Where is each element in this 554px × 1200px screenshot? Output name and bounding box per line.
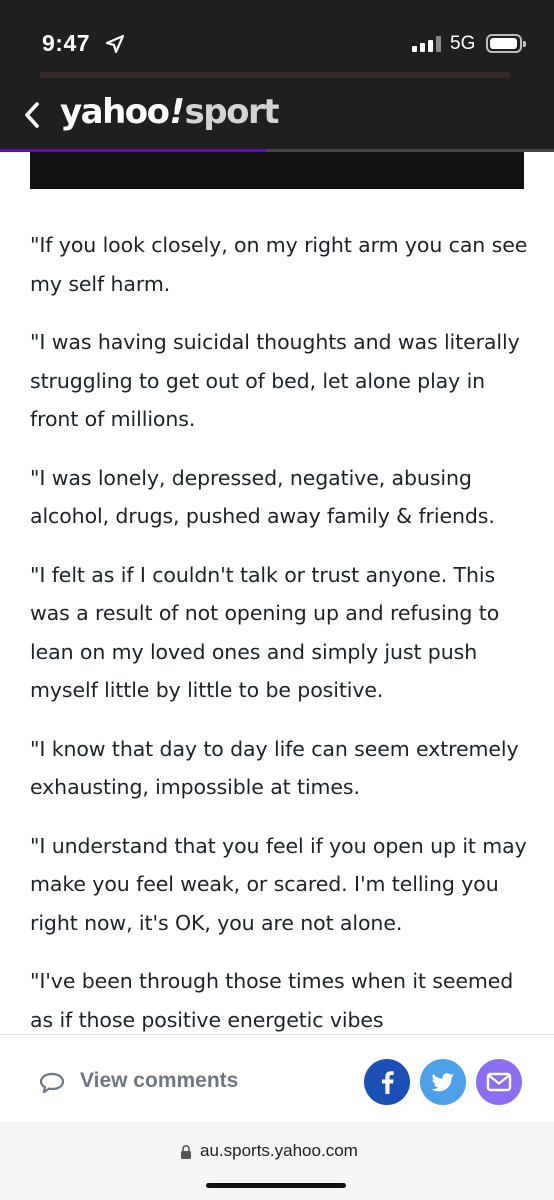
mail-icon [476,1059,522,1105]
article-paragraph: "If you look closely, on my right arm yo… [30,233,528,296]
browser-url-bar[interactable]: au.sports.yahoo.com [0,1122,554,1200]
app-header: yahoo!sport [0,72,554,152]
article-paragraph: "I've been through those times when it s… [30,969,514,1032]
logo-main: yahoo [60,92,170,132]
twitter-share-button[interactable] [420,1059,466,1105]
view-comments-link[interactable]: View comments [80,1069,238,1093]
location-arrow-icon [105,34,125,54]
battery-icon [486,34,526,53]
network-label: 5G [450,33,476,54]
article-paragraph: "I understand that you feel if you open … [30,833,527,935]
article-paragraph: "I know that day to day life can seem ex… [30,736,519,800]
article-body: "If you look closely, on my right arm yo… [30,226,530,1059]
home-indicator[interactable] [206,1183,346,1188]
bottom-action-bar: View comments [0,1034,554,1122]
lock-icon [181,1144,191,1159]
article-paragraph: "I was having suicidal thoughts and was … [30,330,520,431]
header-image-strip [40,72,510,78]
status-bar: 9:47 5G [0,0,554,72]
mail-share-button[interactable] [476,1059,522,1105]
comment-bubble-icon[interactable] [38,1071,66,1095]
facebook-icon [364,1059,410,1105]
top-dark-area: 9:47 5G yahoo!sport [0,0,554,152]
logo-exclamation: ! [169,92,186,132]
twitter-icon [420,1059,466,1105]
embedded-media[interactable] [30,152,524,189]
facebook-share-button[interactable] [364,1059,410,1105]
article-paragraph: "I was lonely, depressed, negative, abus… [30,465,495,529]
signal-icon [412,36,442,52]
chevron-left-icon[interactable] [20,98,46,132]
url-text: au.sports.yahoo.com [200,1141,358,1160]
status-time: 9:47 [42,30,91,56]
yahoo-sport-logo[interactable]: yahoo!sport [60,92,280,132]
article-paragraph: "I felt as if I couldn't talk or trust a… [30,562,500,703]
logo-sport: sport [184,92,280,132]
